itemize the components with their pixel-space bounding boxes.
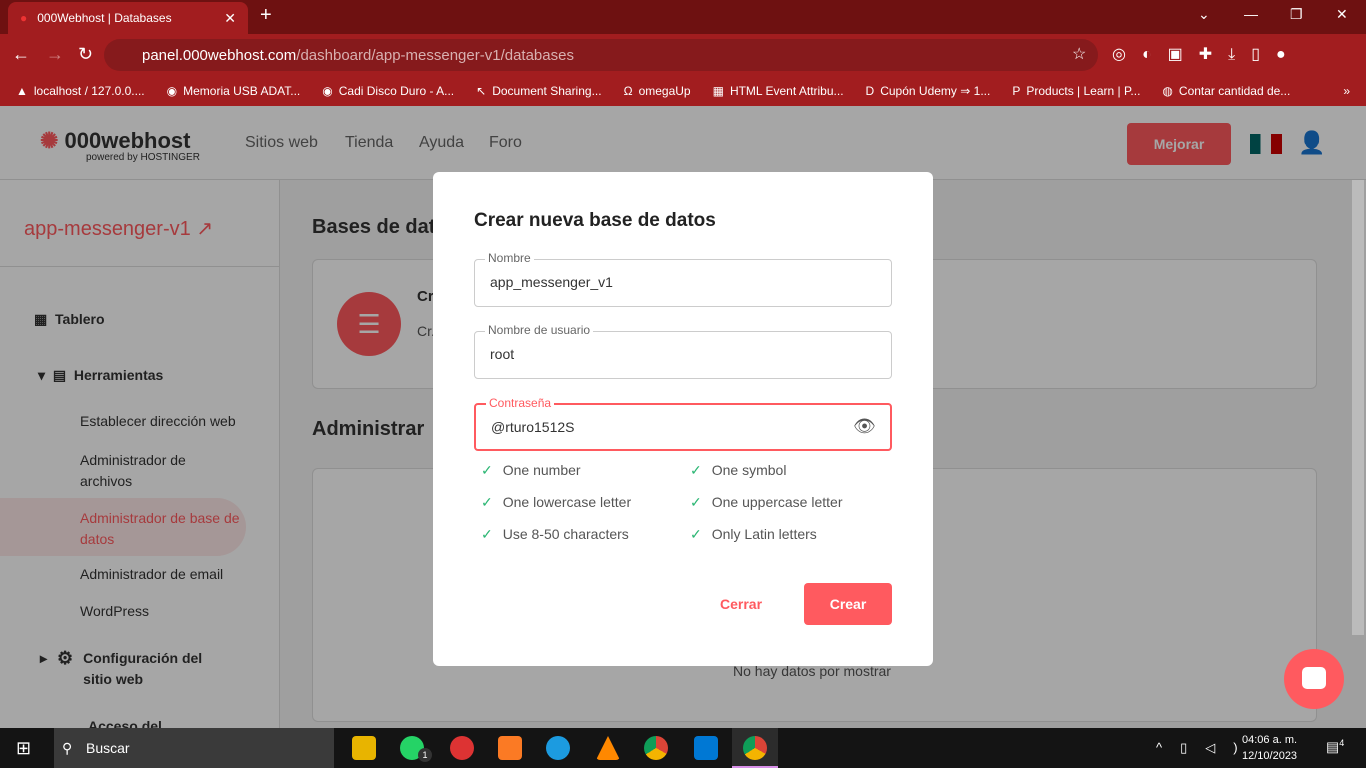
vscode-icon[interactable]: [694, 736, 718, 760]
eye-off-icon[interactable]: 👁: [853, 416, 876, 437]
username-field[interactable]: Nombre de usuario root: [474, 323, 892, 379]
bookmark[interactable]: ▲ localhost / 127.0.0....: [16, 84, 145, 98]
windows-start-icon[interactable]: ⊞: [16, 738, 31, 759]
username-value: root: [490, 346, 515, 362]
check-icon: ✓: [481, 526, 493, 542]
requirement: ✓ Use 8-50 characters: [481, 526, 629, 542]
notification-icon[interactable]: ▤4: [1326, 738, 1344, 756]
forward-icon[interactable]: →: [46, 44, 64, 65]
close-window-button[interactable]: ✕: [1336, 6, 1348, 23]
username-label: Nombre de usuario: [485, 323, 594, 337]
bookmark[interactable]: ◍ Contar cantidad de...: [1162, 84, 1290, 98]
cancel-button[interactable]: Cerrar: [699, 583, 783, 625]
bookmarks-bar: ▲ localhost / 127.0.0.... ◉ Memoria USB AD…: [0, 76, 1366, 106]
tab-title: 000Webhost | Databases: [37, 11, 172, 25]
minimize-button[interactable]: —: [1244, 6, 1258, 22]
requirement: ✓ One lowercase letter: [481, 494, 632, 510]
create-button[interactable]: Crear: [804, 583, 892, 625]
bookmark[interactable]: D Cupón Udemy ⇒ 1...: [866, 84, 991, 98]
chrome-icon[interactable]: [644, 736, 668, 760]
taskbar-search[interactable]: ⚲ Buscar: [54, 728, 334, 768]
favicon-icon: ●: [20, 11, 28, 25]
bookmark[interactable]: ◉ Cadi Disco Duro - A...: [322, 84, 454, 98]
edge-icon[interactable]: [546, 736, 570, 760]
xampp-icon[interactable]: [498, 736, 522, 760]
chrome-active-task[interactable]: [732, 728, 778, 768]
extensions-icons[interactable]: ◎◐▣✚⤓▯●: [1112, 44, 1302, 64]
requirement: ✓ One uppercase letter: [690, 494, 843, 510]
search-icon: ⚲: [62, 739, 73, 756]
whatsapp-badge: 1: [418, 748, 432, 762]
bookmark[interactable]: P Products | Learn | P...: [1012, 84, 1140, 98]
password-field[interactable]: Contraseña @rturo1512S 👁: [474, 396, 892, 451]
more-bookmarks-icon[interactable]: »: [1343, 84, 1350, 98]
url-host: panel.000webhost.com: [142, 46, 297, 64]
address-bar[interactable]: panel.000webhost.com/dashboard/app-messe…: [104, 39, 1098, 71]
requirement: ✓ Only Latin letters: [690, 526, 817, 542]
reload-icon[interactable]: ↻: [78, 44, 93, 65]
requirement: ✓ One number: [481, 462, 581, 478]
password-label: Contraseña: [486, 396, 555, 410]
bookmark[interactable]: ↖ Document Sharing...: [476, 84, 601, 98]
scrollbar[interactable]: [1352, 180, 1364, 635]
new-tab-button[interactable]: +: [260, 4, 272, 27]
requirement: ✓ One symbol: [690, 462, 787, 478]
tab-search-icon[interactable]: ⌄: [1198, 6, 1210, 23]
password-value: @rturo1512S: [491, 419, 575, 435]
back-icon[interactable]: ←: [12, 44, 30, 65]
url-path: /dashboard/app-messenger-v1/databases: [296, 46, 574, 64]
name-field[interactable]: Nombre app_messenger_v1: [474, 251, 892, 307]
check-icon: ✓: [481, 494, 493, 510]
name-value: app_messenger_v1: [490, 274, 613, 290]
check-icon: ✓: [690, 462, 702, 478]
tray-icons[interactable]: ^▯◁): [1156, 740, 1256, 756]
bookmark[interactable]: ▦ HTML Event Attribu...: [713, 84, 844, 98]
browser-tab[interactable]: ● 000Webhost | Databases ✕: [8, 2, 248, 34]
check-icon: ✓: [481, 462, 493, 478]
close-tab-icon[interactable]: ✕: [224, 10, 236, 27]
name-label: Nombre: [485, 251, 534, 265]
modal-title: Crear nueva base de datos: [474, 210, 716, 231]
chat-icon: [1302, 667, 1326, 689]
check-icon: ✓: [690, 526, 702, 542]
maximize-button[interactable]: ❐: [1290, 6, 1303, 23]
bookmark[interactable]: ΩomegaUp: [624, 84, 691, 98]
clock[interactable]: 04:06 a. m. 12/10/2023: [1242, 732, 1297, 764]
bookmark[interactable]: ◉ Memoria USB ADAT...: [167, 84, 301, 98]
chat-button[interactable]: [1284, 649, 1344, 709]
check-icon: ✓: [690, 494, 702, 510]
chrome-icon: [743, 736, 767, 760]
file-explorer-icon[interactable]: [352, 736, 376, 760]
app-icon[interactable]: [450, 736, 474, 760]
create-db-modal: Crear nueva base de datos Nombre app_mess…: [433, 172, 933, 666]
bookmark-star-icon[interactable]: ☆: [1072, 44, 1086, 64]
